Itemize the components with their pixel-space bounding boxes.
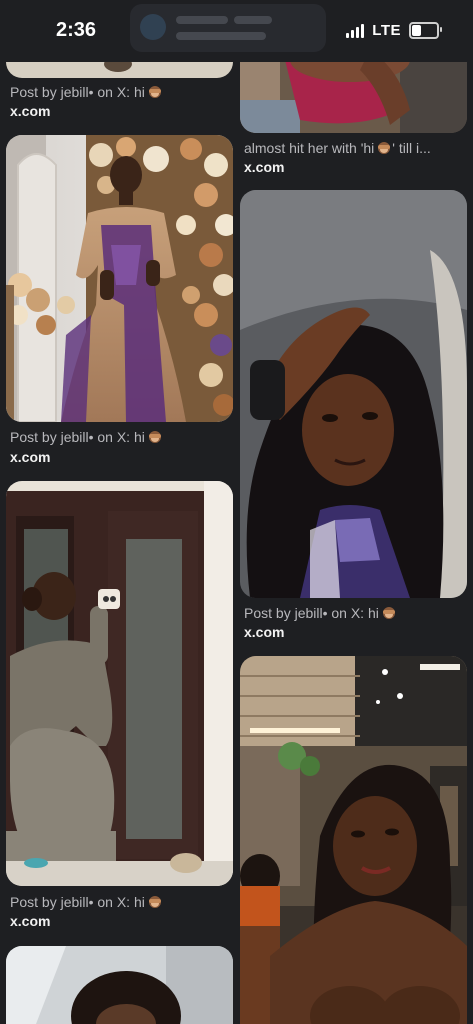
- pin-source[interactable]: x.com: [244, 159, 284, 175]
- caption-text: Post by jebill• on X: hi: [244, 605, 379, 621]
- photo-mirror-selfie-door: [6, 481, 233, 886]
- network-type: LTE: [372, 22, 401, 39]
- cellular-signal-icon: [346, 23, 365, 38]
- pin-source[interactable]: x.com: [244, 624, 284, 640]
- pin-image[interactable]: [240, 656, 467, 1024]
- notification-banner[interactable]: [130, 4, 326, 52]
- pin-source[interactable]: x.com: [10, 449, 50, 465]
- photo-car-selfie-long-hair: [240, 190, 467, 598]
- banner-text-line: [234, 16, 272, 24]
- see-no-evil-monkey-icon: [147, 430, 163, 444]
- photo-restaurant-selfie: [240, 656, 467, 1024]
- photo-car-selfie: [6, 946, 233, 1024]
- pin-source[interactable]: x.com: [10, 913, 50, 929]
- caption-text: almost hit her with 'hi: [244, 140, 375, 156]
- app-icon: [140, 14, 166, 40]
- pin-source[interactable]: x.com: [10, 103, 50, 119]
- battery-level: [412, 25, 422, 36]
- see-no-evil-monkey-icon: [147, 85, 163, 99]
- pin-image[interactable]: [240, 190, 467, 598]
- pin-caption: Post by jebill• on X: hi: [10, 894, 233, 910]
- battery-icon: [409, 22, 442, 39]
- pin-caption: Post by jebill• on X: hi: [10, 84, 233, 100]
- caption-text-tail: ' till i...: [392, 140, 431, 156]
- status-time: 2:36: [56, 19, 97, 41]
- banner-text-line: [176, 16, 228, 24]
- see-no-evil-monkey-icon: [376, 141, 392, 155]
- photo-woman-purple-gown: [6, 135, 233, 422]
- pin-image[interactable]: [6, 135, 233, 422]
- pin-image[interactable]: [6, 946, 233, 1024]
- status-bar: 2:36 LTE: [0, 0, 473, 62]
- banner-text-line: [176, 32, 266, 40]
- pin-caption: almost hit her with 'hi ' till i...: [244, 140, 467, 156]
- caption-text: Post by jebill• on X: hi: [10, 429, 145, 445]
- pin-caption: Post by jebill• on X: hi: [244, 605, 467, 621]
- caption-text: Post by jebill• on X: hi: [10, 894, 145, 910]
- see-no-evil-monkey-icon: [147, 895, 163, 909]
- pin-caption: Post by jebill• on X: hi: [10, 429, 233, 445]
- see-no-evil-monkey-icon: [381, 606, 397, 620]
- pin-image[interactable]: [6, 481, 233, 886]
- caption-text: Post by jebill• on X: hi: [10, 84, 145, 100]
- status-indicators: LTE: [346, 22, 442, 39]
